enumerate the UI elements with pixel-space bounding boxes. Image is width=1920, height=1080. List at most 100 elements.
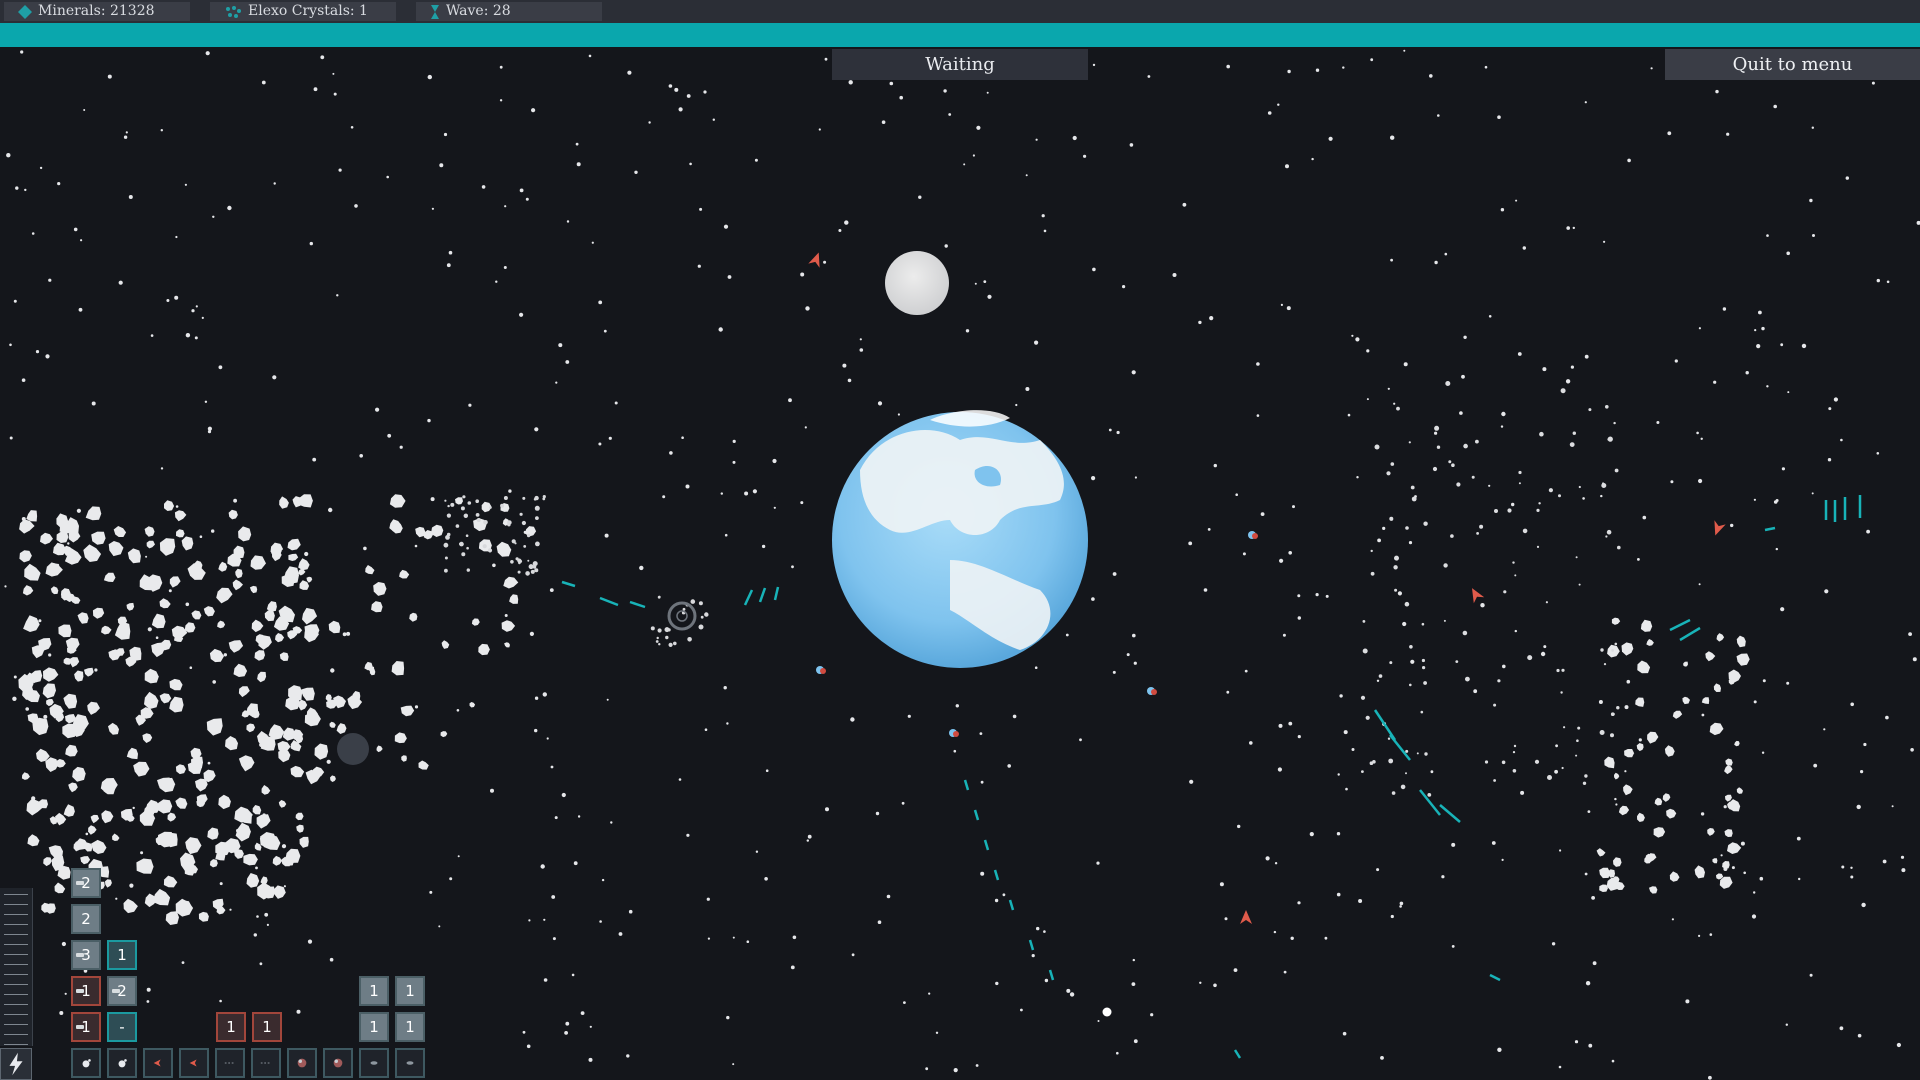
upgrade-slot-2[interactable]: 2 xyxy=(107,976,137,1006)
star xyxy=(1112,670,1116,674)
moon[interactable] xyxy=(885,251,949,315)
build-slot-tier-1[interactable]: 2 xyxy=(71,868,101,898)
upgrade-slot-3[interactable]: - xyxy=(107,1012,137,1042)
star xyxy=(525,197,529,201)
weapon-slot-7[interactable] xyxy=(287,1048,317,1078)
star xyxy=(312,457,317,462)
turret-slot-1[interactable]: 1 xyxy=(359,976,389,1006)
debris xyxy=(1362,620,1366,623)
asteroid xyxy=(329,721,336,728)
debris xyxy=(1409,683,1412,687)
star xyxy=(1766,234,1769,237)
turret-slot-2[interactable]: 1 xyxy=(395,976,425,1006)
star xyxy=(9,914,12,917)
star xyxy=(1731,866,1735,870)
star xyxy=(765,769,769,772)
weapon-slot-8[interactable] xyxy=(323,1048,353,1078)
weapon-slot-3[interactable] xyxy=(143,1048,173,1078)
weapon-slot-6[interactable] xyxy=(251,1048,281,1078)
star xyxy=(457,855,460,858)
debris xyxy=(1479,524,1484,529)
debris xyxy=(1503,590,1507,594)
star xyxy=(1886,280,1890,284)
star xyxy=(555,381,558,384)
power-button[interactable] xyxy=(0,1048,32,1080)
star xyxy=(1356,476,1359,479)
star xyxy=(160,129,163,132)
star xyxy=(1403,362,1408,367)
drone[interactable] xyxy=(816,666,826,674)
star xyxy=(752,489,758,494)
debris xyxy=(510,560,514,564)
laser-bolt xyxy=(1679,626,1701,642)
enemy-ship[interactable] xyxy=(1467,585,1485,604)
star xyxy=(800,272,805,277)
enemy-ship[interactable] xyxy=(1240,910,1252,924)
asteroid xyxy=(209,859,218,868)
laser-bolt xyxy=(599,596,619,607)
asteroid xyxy=(1669,871,1680,882)
drone[interactable] xyxy=(1248,531,1258,539)
star xyxy=(1908,632,1912,636)
turret-slot-4[interactable]: 1 xyxy=(395,1012,425,1042)
debris xyxy=(527,559,530,562)
build-slot-tier-2[interactable]: 2 xyxy=(71,904,101,934)
debris xyxy=(1374,444,1380,450)
star xyxy=(790,965,795,970)
star xyxy=(986,91,989,94)
asteroid xyxy=(101,625,112,635)
asteroid xyxy=(144,691,159,710)
star xyxy=(1444,252,1448,256)
star xyxy=(1841,865,1845,869)
asteroid xyxy=(181,536,194,551)
crystals-counter: Elexo Crystals: 1 xyxy=(210,2,396,21)
red-slot-2[interactable]: 1 xyxy=(252,1012,282,1042)
weapon-slot-5[interactable] xyxy=(215,1048,245,1078)
drone[interactable] xyxy=(949,729,959,737)
red-slot-1[interactable]: 1 xyxy=(216,1012,246,1042)
debris xyxy=(1378,674,1383,678)
debris xyxy=(466,568,470,572)
turret-slot-3[interactable]: 1 xyxy=(359,1012,389,1042)
star xyxy=(1007,764,1011,768)
star xyxy=(76,508,81,513)
asteroid xyxy=(53,542,67,556)
star xyxy=(1342,66,1345,69)
weapon-slot-9[interactable] xyxy=(359,1048,389,1078)
star xyxy=(1256,414,1260,417)
build-slot-tier-4[interactable]: 1 xyxy=(71,976,101,1006)
debris xyxy=(1389,661,1393,665)
upgrade-slot-1[interactable]: 1 xyxy=(107,940,137,970)
drone[interactable] xyxy=(1147,687,1157,695)
star xyxy=(155,636,159,639)
home-planet[interactable] xyxy=(832,410,1088,668)
weapon-slot-1[interactable] xyxy=(71,1048,101,1078)
weapon-slot-10[interactable] xyxy=(395,1048,425,1078)
star xyxy=(686,94,691,98)
dark-moonlet[interactable] xyxy=(337,733,369,765)
build-slot-tier-5[interactable]: 1 xyxy=(71,1012,101,1042)
star xyxy=(1122,285,1126,289)
asteroid xyxy=(133,761,150,777)
asteroid xyxy=(191,610,202,620)
asteroid xyxy=(159,538,176,556)
space-scene[interactable] xyxy=(0,0,1920,1080)
weapon-slot-4[interactable] xyxy=(179,1048,209,1078)
debris xyxy=(455,524,460,528)
debris xyxy=(466,546,469,550)
debris xyxy=(704,612,709,617)
star xyxy=(546,737,549,740)
star xyxy=(1244,669,1248,673)
star xyxy=(627,70,632,75)
star xyxy=(1522,246,1527,250)
debris xyxy=(1560,691,1563,694)
build-slot-tier-3[interactable]: 3 xyxy=(71,940,101,970)
asteroid xyxy=(21,772,30,780)
enemy-ship[interactable] xyxy=(1710,520,1726,537)
targeting-reticle[interactable] xyxy=(667,601,697,631)
enemy-ship[interactable] xyxy=(808,250,824,268)
star xyxy=(375,407,380,412)
quit-to-menu-button[interactable]: Quit to menu xyxy=(1665,49,1920,80)
asteroid xyxy=(1599,867,1610,879)
weapon-slot-2[interactable] xyxy=(107,1048,137,1078)
